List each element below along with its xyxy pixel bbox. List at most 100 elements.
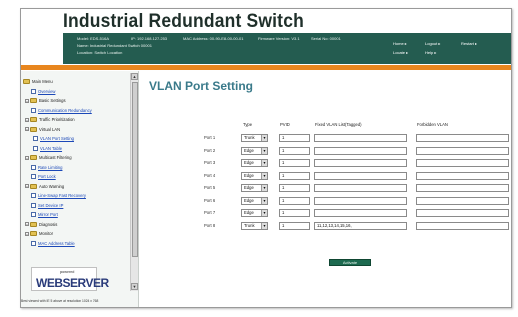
expand-toggle-icon[interactable]: +	[25, 117, 29, 122]
port-label: Port 1	[204, 135, 216, 140]
pvid-input[interactable]: 1	[279, 171, 310, 180]
tagged-vlan-input[interactable]	[314, 146, 407, 155]
sidebar-item-basic-settings[interactable]: + Basic Settings	[25, 98, 66, 104]
port-type-select[interactable]: Edge ▼	[241, 209, 268, 217]
sidebar-item-vlan-table[interactable]: VLAN Table	[33, 146, 62, 152]
sidebar-item-mirror-port[interactable]: Mirror Port	[31, 212, 58, 218]
nav-restart-link[interactable]: Restart ▸	[461, 41, 477, 46]
info-location: Location: Switch Location	[77, 50, 123, 55]
forbidden-vlan-input[interactable]	[416, 134, 509, 142]
forbidden-vlan-input[interactable]	[416, 184, 509, 192]
scroll-down-arrow-icon[interactable]: ▼	[131, 283, 138, 290]
scroll-thumb[interactable]	[131, 82, 138, 257]
port-type-select[interactable]: Edge ▼	[241, 146, 268, 155]
scroll-up-arrow-icon[interactable]: ▲	[131, 73, 138, 80]
page-icon	[33, 145, 38, 151]
pvid-input[interactable]: 1	[279, 196, 310, 205]
pvid-input[interactable]: 1	[279, 134, 310, 142]
port-label: Port 2	[204, 147, 216, 153]
nav-logout-link[interactable]: Logout ▸	[425, 41, 440, 46]
nav-home-link[interactable]: Home ▸	[393, 41, 407, 46]
sidebar-item-overview[interactable]: Overview	[31, 89, 55, 95]
sidebar-item-set-device-ip[interactable]: Set Device IP	[31, 203, 63, 209]
sidebar-item-vlan-port-setting[interactable]: VLAN Port Setting	[33, 136, 74, 142]
pvid-input[interactable]: 1	[279, 146, 310, 155]
sidebar-item-label: Multicast Filtering	[39, 155, 72, 160]
port-type-select[interactable]: Trunk ▼	[241, 134, 268, 142]
expand-toggle-icon[interactable]: +	[25, 98, 29, 103]
forbidden-vlan-input[interactable]	[416, 159, 509, 167]
expand-toggle-icon[interactable]: +	[25, 127, 29, 132]
chevron-down-icon[interactable]: ▼	[261, 147, 267, 154]
sidebar-item-virtual-lan[interactable]: + Virtual LAN	[25, 127, 60, 133]
pvid-input[interactable]: 1	[279, 159, 310, 167]
nav-locate-link[interactable]: Locate ▸	[393, 50, 408, 55]
app-title: Industrial Redundant Switch	[63, 11, 304, 32]
sidebar-item-traffic-prioritization[interactable]: + Traffic Prioritization	[25, 117, 75, 123]
port-type-select[interactable]: Edge ▼	[241, 159, 268, 167]
info-firmware: Firmware Version: V3.1	[258, 36, 300, 41]
expand-toggle-icon[interactable]: +	[25, 222, 29, 227]
sidebar-item-communication-redundancy[interactable]: Communication Redundancy	[31, 108, 92, 114]
sidebar-item-label: Monitor	[39, 231, 53, 236]
port-type-value: Edge	[244, 185, 254, 190]
tagged-vlan-input[interactable]	[314, 159, 407, 167]
chevron-down-icon[interactable]: ▼	[261, 222, 267, 229]
port-label: Port 3	[204, 160, 216, 165]
pvid-input[interactable]: 1	[279, 209, 310, 217]
info-serial: Serial No: 00001	[311, 36, 341, 41]
sidebar-item-monitor[interactable]: + Monitor	[25, 231, 53, 237]
main-content: VLAN Port Setting Type PVID Fixed VLAN L…	[139, 71, 511, 307]
port-label: Port 4	[204, 172, 216, 178]
port-type-select[interactable]: Edge ▼	[241, 171, 268, 180]
port-type-select[interactable]: Edge ▼	[241, 184, 268, 192]
forbidden-vlan-input[interactable]	[416, 221, 509, 230]
chevron-down-icon[interactable]: ▼	[261, 197, 267, 204]
tagged-vlan-input[interactable]	[314, 184, 407, 192]
tagged-vlan-input[interactable]	[314, 134, 407, 142]
port-type-value: Edge	[244, 172, 254, 178]
browser-frame: Industrial Redundant Switch Model: EDS-5…	[20, 8, 512, 308]
port-type-select[interactable]: Trunk ▼	[241, 221, 268, 230]
info-ip: IP: 192.168.127.253	[131, 36, 168, 41]
chevron-down-icon[interactable]: ▼	[261, 210, 267, 216]
expand-toggle-icon[interactable]: +	[25, 184, 29, 189]
sidebar-item-line-swap-fast-recovery[interactable]: Line-Swap Fast Recovery	[31, 193, 86, 199]
sidebar-item-diagnosis[interactable]: + Diagnosis	[25, 222, 57, 228]
forbidden-vlan-input[interactable]	[416, 171, 509, 180]
expand-toggle-icon[interactable]: +	[25, 231, 29, 236]
pvid-input[interactable]: 1	[279, 184, 310, 192]
sidebar-item-label: Diagnosis	[39, 221, 58, 227]
tagged-vlan-input[interactable]	[314, 196, 407, 205]
tagged-vlan-input[interactable]	[314, 171, 407, 180]
sidebar-item-port-lock[interactable]: Port Lock	[31, 174, 56, 180]
page-icon	[31, 193, 36, 199]
chevron-down-icon[interactable]: ▼	[261, 160, 267, 166]
page-icon	[31, 107, 36, 113]
sidebar-item-mac-address-table[interactable]: MAC Address Table	[31, 241, 75, 247]
chevron-down-icon[interactable]: ▼	[261, 185, 267, 191]
forbidden-vlan-input[interactable]	[416, 196, 509, 205]
logo-powered-text: powered	[60, 270, 75, 274]
sidebar-item-auto-warning[interactable]: + Auto Warning	[25, 184, 64, 190]
port-type-select[interactable]: Edge ▼	[241, 196, 268, 205]
folder-icon	[30, 155, 37, 161]
tagged-vlan-input[interactable]	[314, 209, 407, 217]
sidebar-item-multicast-filtering[interactable]: + Multicast Filtering	[25, 155, 72, 161]
sidebar-item-label: Virtual LAN	[39, 126, 61, 132]
activate-button[interactable]: Activate	[329, 259, 371, 266]
sidebar-scrollbar[interactable]: ▲ ▼	[130, 73, 138, 291]
chevron-down-icon[interactable]: ▼	[261, 135, 267, 141]
page-title: VLAN Port Setting	[149, 79, 253, 93]
sidebar-item-rate-limiting[interactable]: Rate Limiting	[31, 165, 62, 171]
forbidden-vlan-input[interactable]	[416, 146, 509, 155]
expand-toggle-icon[interactable]: +	[25, 155, 29, 160]
nav-help-link[interactable]: Help ▸	[425, 50, 436, 55]
info-model: Model: EDS-516A	[77, 36, 110, 41]
tagged-vlan-input[interactable]: 11,12,13,14,15,16,	[314, 221, 407, 230]
chevron-down-icon[interactable]: ▼	[261, 172, 267, 179]
forbidden-vlan-input[interactable]	[416, 209, 509, 217]
folder-icon	[30, 221, 37, 227]
sidebar-item-main-menu[interactable]: Main Menu	[23, 79, 53, 85]
pvid-input[interactable]: 1	[279, 221, 310, 230]
